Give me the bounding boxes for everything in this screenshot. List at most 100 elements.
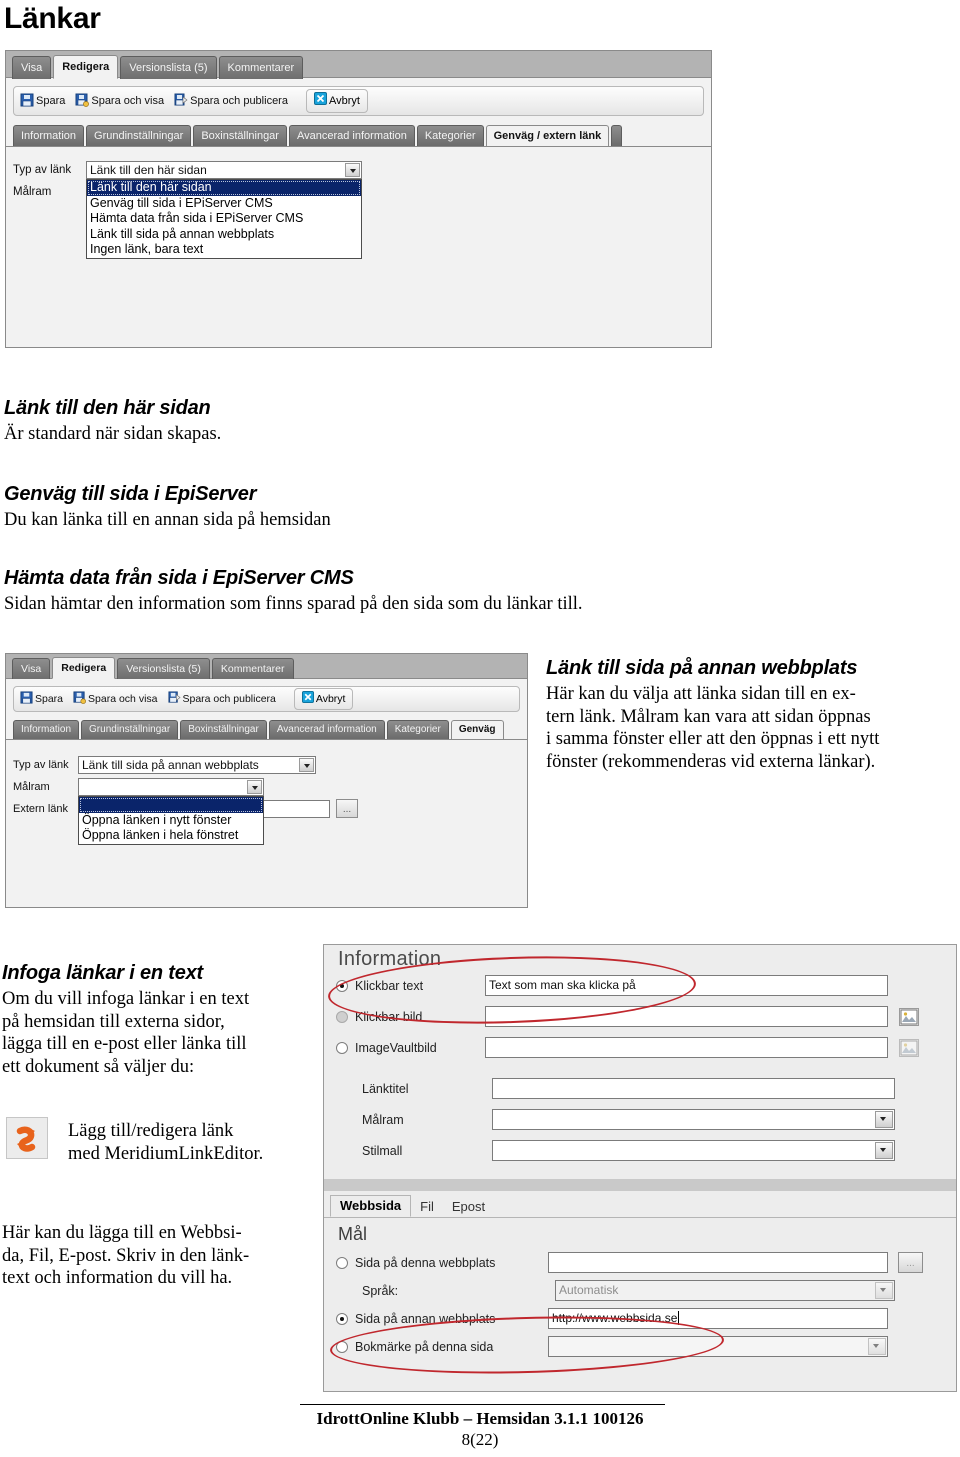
label-lanktitel: Länktitel [362, 1081, 409, 1096]
malram-combo[interactable] [78, 778, 264, 796]
text-caret [678, 1311, 683, 1325]
option-ingen-lank-bara-text[interactable]: Ingen länk, bara text [87, 242, 361, 258]
subtab-grundinstallningar[interactable]: Grundinställningar [86, 125, 192, 146]
section-heading-2: Genväg till sida i EpiServer [4, 483, 257, 505]
combo-bokmarke[interactable] [548, 1336, 888, 1357]
subtab-overflow[interactable] [611, 125, 623, 146]
external-line-3: i samma fönster eller att den öppnas i e… [546, 729, 880, 750]
option-malram-blank[interactable] [79, 797, 263, 813]
label-malram: Målram [13, 186, 52, 198]
sida-pa-denna-webbplats-browse-button[interactable]: ... [898, 1252, 923, 1273]
chevron-down-icon[interactable] [868, 1338, 886, 1355]
tab-versionslista[interactable]: Versionslista (5) [120, 56, 217, 79]
external-line-2: tern länk. Målram kan vara att sidan öpp… [546, 706, 871, 727]
radio-bokmarke-pa-denna-sida[interactable] [336, 1340, 348, 1353]
cancel-button[interactable]: Avbryt [305, 89, 368, 113]
mid-subtab-information[interactable]: Information [13, 720, 80, 739]
mid-save-button[interactable]: Spara [20, 691, 63, 707]
combo-sprak[interactable]: Automatisk [555, 1280, 895, 1301]
mid-save-label: Spara [35, 693, 64, 705]
input-sida-pa-annan-webbplats[interactable]: http://www.webbsida.se [548, 1308, 888, 1329]
mid-save-and-publish-button[interactable]: Spara och publicera [167, 691, 276, 707]
radio-klickbar-bild[interactable] [336, 1010, 348, 1023]
target-tab-webbsida[interactable]: Webbsida [330, 1195, 412, 1217]
input-klickbar-bild[interactable] [485, 1006, 888, 1027]
input-lanktitel[interactable] [492, 1078, 895, 1099]
section-heading-3: Hämta data från sida i EpiServer CMS [4, 567, 354, 589]
input-sida-pa-denna-webbplats[interactable] [548, 1252, 888, 1273]
target-tab-fil[interactable]: Fil [411, 1197, 443, 1217]
tab-kommentarer[interactable]: Kommentarer [218, 56, 304, 79]
target-tab-epost[interactable]: Epost [443, 1197, 494, 1217]
link-type-options-list[interactable]: Länk till den här sidan Genväg till sida… [86, 179, 362, 259]
save-and-publish-button[interactable]: Spara och publicera [174, 93, 288, 110]
radio-klickbar-text[interactable] [336, 979, 348, 992]
mid-tab-redigera[interactable]: Redigera [52, 657, 116, 679]
tab-visa[interactable]: Visa [12, 56, 52, 79]
mid-tab-visa[interactable]: Visa [12, 658, 51, 679]
option-lank-till-sida-annan-webbplats[interactable]: Länk till sida på annan webbplats [87, 227, 361, 243]
option-hamta-data-fran-sida[interactable]: Hämta data från sida i EPiServer CMS [87, 211, 361, 227]
link-type-combo-value: Länk till den här sidan [90, 163, 207, 177]
subtab-genvag-extern-lank[interactable]: Genväg / extern länk [485, 125, 610, 146]
top-tabbar: Visa Redigera Versionslista (5) Kommenta… [6, 51, 711, 79]
label-malram-dialog: Målram [362, 1112, 404, 1127]
screenshot-genvag-extern-lank: Visa Redigera Versionslista (5) Kommenta… [5, 50, 712, 348]
subtab-information[interactable]: Information [13, 125, 85, 146]
chevron-down-icon[interactable] [299, 758, 314, 772]
radio-sida-pa-denna-webbplats[interactable] [336, 1256, 348, 1269]
mid-top-tabbar: Visa Redigera Versionslista (5) Kommenta… [6, 654, 527, 679]
link-type-combo[interactable]: Länk till den här sidan [86, 161, 362, 179]
closing-line-2: da, Fil, E-post. Skriv in den länk- [2, 1245, 250, 1266]
klickbar-bild-browse-button[interactable] [899, 1007, 919, 1026]
chevron-down-icon[interactable] [875, 1282, 893, 1299]
meridium-caption-line-2: med MeridiumLinkEditor. [68, 1143, 264, 1164]
meridium-link-editor-button[interactable] [6, 1117, 48, 1159]
malram-options-list[interactable]: Öppna länken i nytt fönster Öppna länken… [78, 796, 264, 845]
chevron-down-icon[interactable] [247, 780, 262, 794]
option-oppna-lanken-i-nytt-fonster[interactable]: Öppna länken i nytt fönster [79, 813, 263, 829]
mid-sub-tabs: Information Grundinställningar Boxinstäl… [6, 720, 527, 740]
tab-redigera[interactable]: Redigera [53, 55, 119, 79]
chevron-down-icon[interactable] [875, 1111, 893, 1128]
input-klickbar-text[interactable]: Text som man ska klicka på [485, 975, 888, 996]
radio-sida-pa-annan-webbplats[interactable] [336, 1312, 348, 1325]
save-floppy-icon [20, 691, 33, 707]
option-lank-till-den-har-sidan[interactable]: Länk till den här sidan [87, 180, 361, 196]
option-oppna-lanken-i-hela-fonstret[interactable]: Öppna länken i hela fönstret [79, 828, 263, 844]
save-and-view-button[interactable]: Spara och visa [75, 93, 164, 110]
mid-subtab-avancerad-information[interactable]: Avancerad information [268, 720, 385, 739]
combo-sprak-value: Automatisk [559, 1283, 619, 1297]
extern-lank-browse-label: ... [342, 804, 352, 815]
insert-line-4: ett dokument så väljer du: [2, 1056, 195, 1077]
subtab-kategorier[interactable]: Kategorier [416, 125, 484, 146]
label-imagevaultbild: ImageVaultbild [355, 1040, 437, 1055]
mid-cancel-button[interactable]: Avbryt [293, 688, 354, 710]
mid-tab-versionslista[interactable]: Versionslista (5) [117, 658, 210, 679]
option-genvag-till-sida[interactable]: Genväg till sida i EPiServer CMS [87, 196, 361, 212]
mid-subtab-grundinstallningar[interactable]: Grundinställningar [81, 720, 179, 739]
subtab-avancerad-information[interactable]: Avancerad information [288, 125, 415, 146]
mid-tab-kommentarer[interactable]: Kommentarer [211, 658, 294, 679]
mid-subtab-kategorier[interactable]: Kategorier [386, 720, 449, 739]
subtab-boxinstallningar[interactable]: Boxinställningar [193, 125, 287, 146]
mid-label-typ-av-lank: Typ av länk [13, 759, 69, 771]
imagevaultbild-browse-button[interactable] [899, 1038, 919, 1057]
chevron-down-icon[interactable] [345, 163, 360, 177]
mid-subtab-boxinstallningar[interactable]: Boxinställningar [180, 720, 267, 739]
save-floppy-icon [20, 93, 34, 110]
save-button[interactable]: Spara [20, 93, 65, 110]
row-imagevaultbild: ImageVaultbild [336, 1037, 956, 1058]
radio-imagevaultbild[interactable] [336, 1041, 348, 1054]
mid-link-type-combo[interactable]: Länk till sida på annan webbplats [78, 756, 316, 774]
chevron-down-icon[interactable] [875, 1142, 893, 1159]
mid-subtab-genvag[interactable]: Genväg [450, 720, 504, 739]
input-imagevaultbild[interactable] [485, 1037, 888, 1058]
combo-malram-dialog[interactable] [492, 1109, 895, 1130]
extern-lank-browse-button[interactable]: ... [336, 799, 358, 818]
picture-icon [900, 1040, 918, 1055]
footer-line-1: IdrottOnline Klubb – Hemsidan 3.1.1 1001… [316, 1409, 644, 1428]
mid-save-and-view-button[interactable]: Spara och visa [73, 691, 158, 707]
combo-stilmall[interactable] [492, 1140, 895, 1161]
browse-button-label: ... [906, 1258, 915, 1269]
